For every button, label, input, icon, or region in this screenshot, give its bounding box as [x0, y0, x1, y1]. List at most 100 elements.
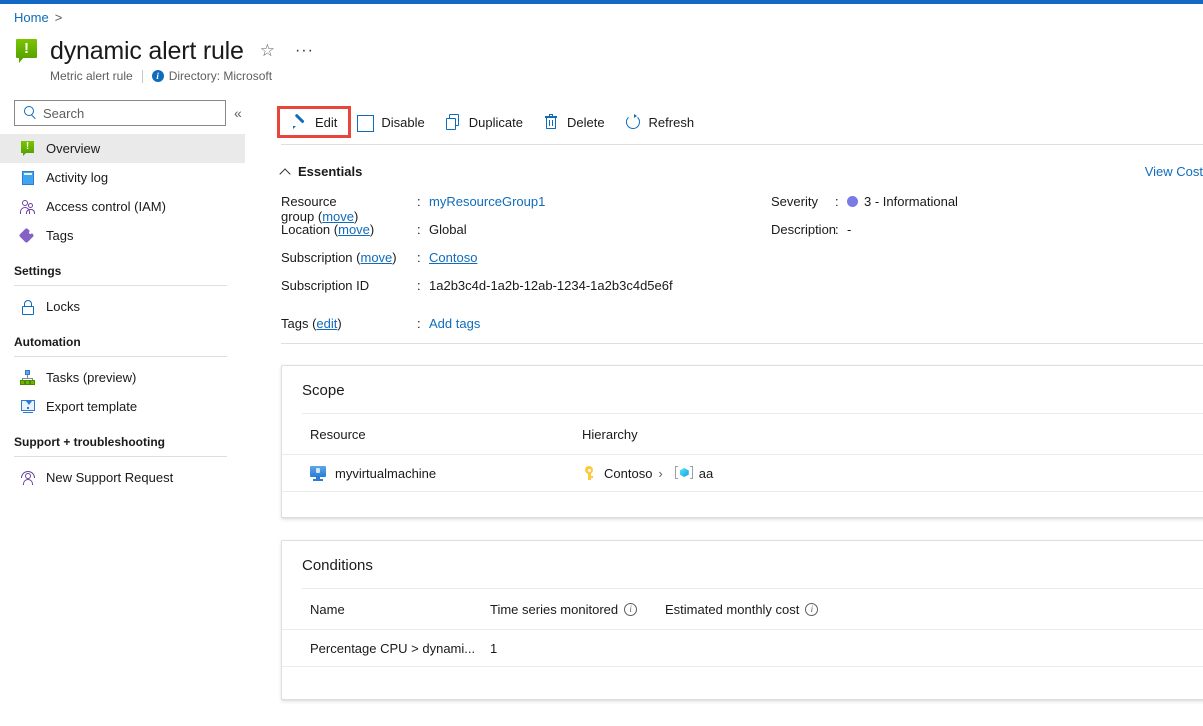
essentials-left-column: Resource group (move) : myResourceGroup1…: [281, 194, 771, 306]
search-icon: [21, 103, 41, 123]
essentials-label: Resource group (move): [281, 194, 417, 224]
location-move-link[interactable]: move: [338, 222, 370, 237]
resource-type-label: Metric alert rule: [50, 69, 133, 83]
tasks-icon: [20, 370, 36, 386]
essentials-colon: :: [835, 194, 847, 209]
resource-group-cube-icon: [675, 465, 693, 481]
description-value: -: [847, 222, 851, 237]
hierarchy-subscription-name: Contoso: [604, 466, 652, 481]
delete-button-label: Delete: [567, 115, 605, 130]
scope-table-header: Resource Hierarchy: [282, 414, 1203, 454]
tags-edit-link[interactable]: edit: [316, 316, 337, 331]
essentials-colon: :: [417, 250, 429, 265]
refresh-icon: [625, 114, 642, 131]
scope-card: Scope Resource Hierarchy myvirtualmachin…: [281, 365, 1203, 518]
scope-table-row[interactable]: myvirtualmachine Contoso › aa: [282, 454, 1203, 492]
refresh-button-label: Refresh: [649, 115, 695, 130]
collapse-sidebar-button[interactable]: «: [234, 100, 242, 126]
breadcrumb-home-link[interactable]: Home: [14, 10, 49, 25]
conditions-table-header: Name Time series monitored i Estimated m…: [282, 589, 1203, 629]
sidebar-item-access-control[interactable]: Access control (IAM): [0, 192, 245, 221]
scope-hierarchy-cell: Contoso › aa: [582, 465, 1203, 481]
sidebar-group-divider: [14, 285, 227, 286]
more-options-icon[interactable]: ···: [295, 41, 314, 61]
disable-button[interactable]: Disable: [347, 108, 434, 138]
command-bar-divider: [281, 144, 1203, 145]
scope-column-hierarchy: Hierarchy: [582, 427, 1203, 442]
condition-time-series-monitored: 1: [490, 641, 665, 656]
location-value: Global: [429, 222, 467, 237]
sidebar-item-locks[interactable]: Locks: [0, 292, 245, 321]
essentials-row-subscription: Subscription (move) : Contoso: [281, 250, 771, 278]
sidebar-item-label: Overview: [46, 141, 100, 157]
essentials-colon: :: [835, 222, 847, 237]
subscription-id-value: 1a2b3c4d-1a2b-12ab-1234-1a2b3c4d5e6f: [429, 278, 673, 293]
essentials-row-description: Description : -: [771, 222, 1191, 250]
essentials-colon: :: [417, 316, 429, 331]
sidebar-item-label: Locks: [46, 299, 80, 315]
disable-button-label: Disable: [381, 115, 424, 130]
scope-resource-name: myvirtualmachine: [335, 466, 436, 481]
subtitle-divider: [142, 70, 143, 83]
time-series-info-icon[interactable]: i: [624, 603, 637, 616]
duplicate-button-label: Duplicate: [469, 115, 523, 130]
delete-button[interactable]: Delete: [533, 108, 615, 138]
search-input[interactable]: [41, 102, 225, 124]
edit-button[interactable]: Edit: [281, 108, 347, 138]
essentials-section: Essentials View Cost Resource group (mov…: [281, 164, 1203, 344]
essentials-label: Tags (edit): [281, 316, 417, 331]
sidebar-item-tags[interactable]: Tags: [0, 221, 245, 250]
essentials-label: Severity: [771, 194, 835, 209]
sidebar-group-title: Settings: [14, 264, 227, 278]
conditions-column-estimated-cost: Estimated monthly cost i: [665, 602, 1203, 617]
hierarchy-separator-icon: ›: [658, 466, 662, 481]
sidebar-group-divider: [14, 356, 227, 357]
subscription-move-link[interactable]: move: [361, 250, 393, 265]
sidebar-group-title: Automation: [14, 335, 227, 349]
sidebar-nav-list: ! Overview Activity log Access control (…: [0, 134, 245, 492]
sidebar-item-label: Tags: [46, 228, 73, 244]
refresh-button[interactable]: Refresh: [615, 108, 705, 138]
view-cost-link[interactable]: View Cost: [1145, 164, 1203, 179]
duplicate-button[interactable]: Duplicate: [435, 108, 533, 138]
essentials-toggle[interactable]: Essentials: [281, 164, 391, 179]
conditions-table-row[interactable]: Percentage CPU > dynami... 1: [282, 629, 1203, 667]
condition-name: Percentage CPU > dynami...: [310, 641, 490, 656]
support-person-icon: [20, 470, 36, 486]
sidebar-item-overview[interactable]: ! Overview: [0, 134, 245, 163]
scope-column-resource: Resource: [310, 427, 582, 442]
sidebar-item-label: New Support Request: [46, 470, 173, 486]
conditions-card: Conditions Name Time series monitored i …: [281, 540, 1203, 700]
sidebar-search-row: «: [0, 96, 245, 126]
essentials-divider: [281, 343, 1203, 344]
estimated-cost-info-icon[interactable]: i: [805, 603, 818, 616]
sidebar-item-new-support-request[interactable]: New Support Request: [0, 463, 245, 492]
hierarchy-resource-group-name: aa: [699, 466, 713, 481]
search-box[interactable]: [14, 100, 226, 126]
essentials-row-resource-group: Resource group (move) : myResourceGroup1: [281, 194, 771, 222]
add-tags-link[interactable]: Add tags: [429, 316, 480, 331]
subscription-value-link[interactable]: Contoso: [429, 250, 477, 265]
page-title-row: ! dynamic alert rule ☆ ···: [14, 36, 574, 66]
sidebar-item-tasks[interactable]: Tasks (preview): [0, 363, 245, 392]
conditions-column-name: Name: [310, 602, 490, 617]
pencil-icon: [291, 114, 308, 131]
conditions-column-time-series: Time series monitored i: [490, 602, 665, 617]
tag-icon: [20, 228, 36, 244]
favorite-star-icon[interactable]: ☆: [260, 41, 275, 61]
essentials-label: Location (move): [281, 222, 417, 237]
sidebar-group-automation: Automation: [0, 335, 245, 357]
essentials-grid: Resource group (move) : myResourceGroup1…: [281, 194, 1203, 306]
conditions-card-title: Conditions: [282, 541, 1203, 574]
sidebar-group-title: Support + troubleshooting: [14, 435, 227, 449]
sidebar-item-activity-log[interactable]: Activity log: [0, 163, 245, 192]
virtual-machine-icon: [310, 465, 326, 481]
duplicate-icon: [445, 114, 462, 131]
lock-icon: [20, 299, 36, 315]
sidebar-group-divider: [14, 456, 227, 457]
essentials-right-column: Severity : 3 - Informational Description…: [771, 194, 1191, 306]
sidebar-item-label: Tasks (preview): [46, 370, 136, 386]
sidebar-item-export-template[interactable]: Export template: [0, 392, 245, 421]
resource-group-value-link[interactable]: myResourceGroup1: [429, 194, 545, 209]
essentials-colon: :: [417, 194, 429, 209]
